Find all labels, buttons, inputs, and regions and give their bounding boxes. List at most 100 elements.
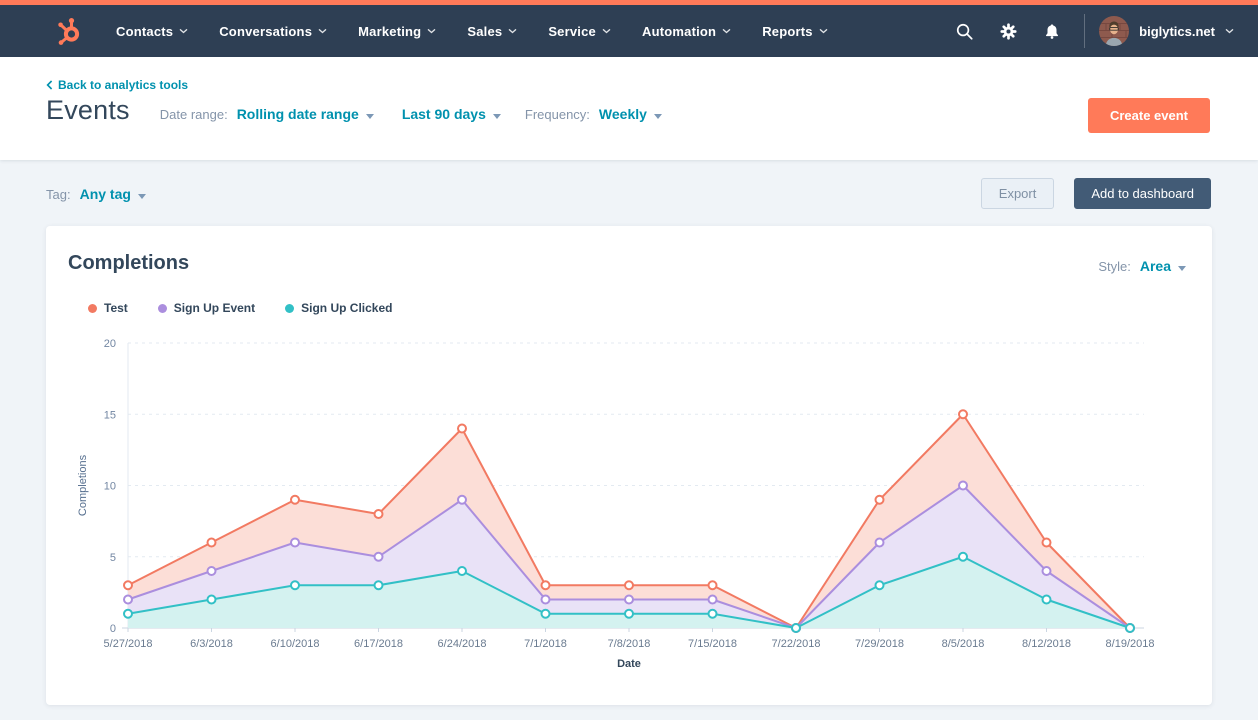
- caret-down-icon: [138, 194, 146, 199]
- svg-text:6/10/2018: 6/10/2018: [271, 638, 320, 650]
- account-menu[interactable]: biglytics.net: [1099, 16, 1234, 46]
- nav-item-label: Marketing: [358, 24, 421, 39]
- page-title: Events: [46, 95, 130, 126]
- nav-item-contacts[interactable]: Contacts: [116, 24, 188, 39]
- legend-item-test[interactable]: Test: [88, 301, 128, 315]
- svg-text:5: 5: [110, 552, 116, 564]
- svg-text:10: 10: [104, 481, 116, 493]
- search-icon[interactable]: [942, 22, 986, 41]
- tag-dropdown[interactable]: Any tag: [80, 186, 146, 202]
- svg-text:15: 15: [104, 409, 116, 421]
- svg-text:7/8/2018: 7/8/2018: [608, 638, 651, 650]
- chevron-down-icon: [722, 28, 731, 34]
- svg-text:5/27/2018: 5/27/2018: [104, 638, 153, 650]
- chevron-down-icon: [318, 28, 327, 34]
- svg-text:20: 20: [104, 338, 116, 350]
- svg-text:6/24/2018: 6/24/2018: [438, 638, 487, 650]
- caret-down-icon: [1178, 266, 1186, 271]
- svg-text:Completions: Completions: [77, 454, 89, 516]
- chevron-down-icon: [819, 28, 828, 34]
- notifications-bell-icon[interactable]: [1030, 22, 1074, 41]
- hubspot-logo-icon[interactable]: [52, 15, 84, 47]
- frequency-dropdown[interactable]: Weekly: [599, 106, 662, 122]
- rolling-range-value: Last 90 days: [402, 106, 486, 122]
- nav-item-automation[interactable]: Automation: [642, 24, 731, 39]
- svg-text:8/5/2018: 8/5/2018: [942, 638, 985, 650]
- nav-item-marketing[interactable]: Marketing: [358, 24, 436, 39]
- settings-gear-icon[interactable]: [986, 22, 1030, 41]
- tag-value: Any tag: [80, 186, 131, 202]
- nav-utilities: biglytics.net: [942, 14, 1234, 48]
- legend-label: Sign Up Clicked: [301, 301, 392, 315]
- events-analytics-page: { "nav": { "items": [ {"label": "Contact…: [0, 0, 1258, 720]
- completions-area-chart[interactable]: 0 5 10 15 20 Completions 5/27/2018 6/3/2018 6/10…: [68, 330, 1190, 675]
- svg-text:0: 0: [110, 623, 116, 635]
- legend-dot-icon: [158, 304, 167, 313]
- nav-item-reports[interactable]: Reports: [762, 24, 828, 39]
- legend-label: Sign Up Event: [174, 301, 255, 315]
- caret-down-icon: [366, 114, 374, 119]
- svg-text:7/29/2018: 7/29/2018: [855, 638, 904, 650]
- style-label: Style:: [1098, 259, 1131, 274]
- date-range-dropdown[interactable]: Rolling date range: [237, 106, 374, 122]
- chevron-down-icon: [427, 28, 436, 34]
- nav-item-label: Reports: [762, 24, 813, 39]
- report-filters: Date range: Rolling date range Last 90 d…: [160, 106, 662, 122]
- rolling-range-dropdown[interactable]: Last 90 days: [402, 106, 501, 122]
- nav-item-label: Sales: [467, 24, 502, 39]
- svg-text:6/3/2018: 6/3/2018: [190, 638, 233, 650]
- chart-area: 0 5 10 15 20 Completions 5/27/2018 6/3/2018 6/10…: [68, 330, 1190, 680]
- frequency-label: Frequency:: [525, 107, 590, 122]
- completions-report-card: Completions Style: Area Test Sign Up Eve…: [46, 226, 1212, 705]
- account-domain: biglytics.net: [1139, 24, 1215, 39]
- toolbar-buttons: Export Add to dashboard: [981, 178, 1211, 209]
- chart-style-control: Style: Area: [1098, 258, 1186, 274]
- nav-item-conversations[interactable]: Conversations: [219, 24, 327, 39]
- nav-item-label: Conversations: [219, 24, 312, 39]
- back-to-analytics-link[interactable]: Back to analytics tools: [46, 78, 188, 92]
- frequency-value: Weekly: [599, 106, 647, 122]
- legend-item-sign-up-event[interactable]: Sign Up Event: [158, 301, 255, 315]
- chevron-down-icon: [179, 28, 188, 34]
- legend-dot-icon: [285, 304, 294, 313]
- legend-label: Test: [104, 301, 128, 315]
- nav-item-label: Service: [548, 24, 596, 39]
- style-dropdown[interactable]: Area: [1140, 258, 1186, 274]
- chart-title: Completions: [68, 252, 189, 275]
- page-header: Back to analytics tools Events Date rang…: [0, 57, 1258, 160]
- svg-text:Date: Date: [617, 658, 641, 670]
- caret-down-icon: [654, 114, 662, 119]
- chevron-left-icon: [46, 80, 53, 90]
- date-range-label: Date range:: [160, 107, 228, 122]
- create-event-button[interactable]: Create event: [1088, 98, 1210, 133]
- svg-text:7/1/2018: 7/1/2018: [524, 638, 567, 650]
- date-range-value: Rolling date range: [237, 106, 359, 122]
- report-toolbar: Tag: Any tag Export Add to dashboard: [0, 160, 1258, 226]
- svg-text:7/22/2018: 7/22/2018: [772, 638, 821, 650]
- header-row: Events Date range: Rolling date range La…: [46, 95, 662, 126]
- style-value: Area: [1140, 258, 1171, 274]
- chevron-down-icon: [602, 28, 611, 34]
- main-navbar: Contacts Conversations Marketing Sales S…: [0, 5, 1258, 57]
- tag-label: Tag:: [46, 187, 71, 202]
- export-button[interactable]: Export: [981, 178, 1055, 209]
- svg-text:7/15/2018: 7/15/2018: [688, 638, 737, 650]
- svg-text:8/12/2018: 8/12/2018: [1022, 638, 1071, 650]
- nav-menu: Contacts Conversations Marketing Sales S…: [116, 24, 828, 39]
- tag-filter: Tag: Any tag: [46, 186, 146, 202]
- nav-item-label: Contacts: [116, 24, 173, 39]
- legend-dot-icon: [88, 304, 97, 313]
- nav-item-service[interactable]: Service: [548, 24, 611, 39]
- chart-legend: Test Sign Up Event Sign Up Clicked: [88, 301, 393, 315]
- add-to-dashboard-button[interactable]: Add to dashboard: [1074, 178, 1211, 209]
- svg-text:6/17/2018: 6/17/2018: [354, 638, 403, 650]
- svg-text:8/19/2018: 8/19/2018: [1106, 638, 1155, 650]
- chevron-down-icon: [508, 28, 517, 34]
- back-link-label: Back to analytics tools: [58, 78, 188, 92]
- nav-item-label: Automation: [642, 24, 716, 39]
- chevron-down-icon: [1225, 28, 1234, 34]
- nav-divider: [1084, 14, 1085, 48]
- nav-item-sales[interactable]: Sales: [467, 24, 517, 39]
- avatar: [1099, 16, 1129, 46]
- legend-item-sign-up-clicked[interactable]: Sign Up Clicked: [285, 301, 392, 315]
